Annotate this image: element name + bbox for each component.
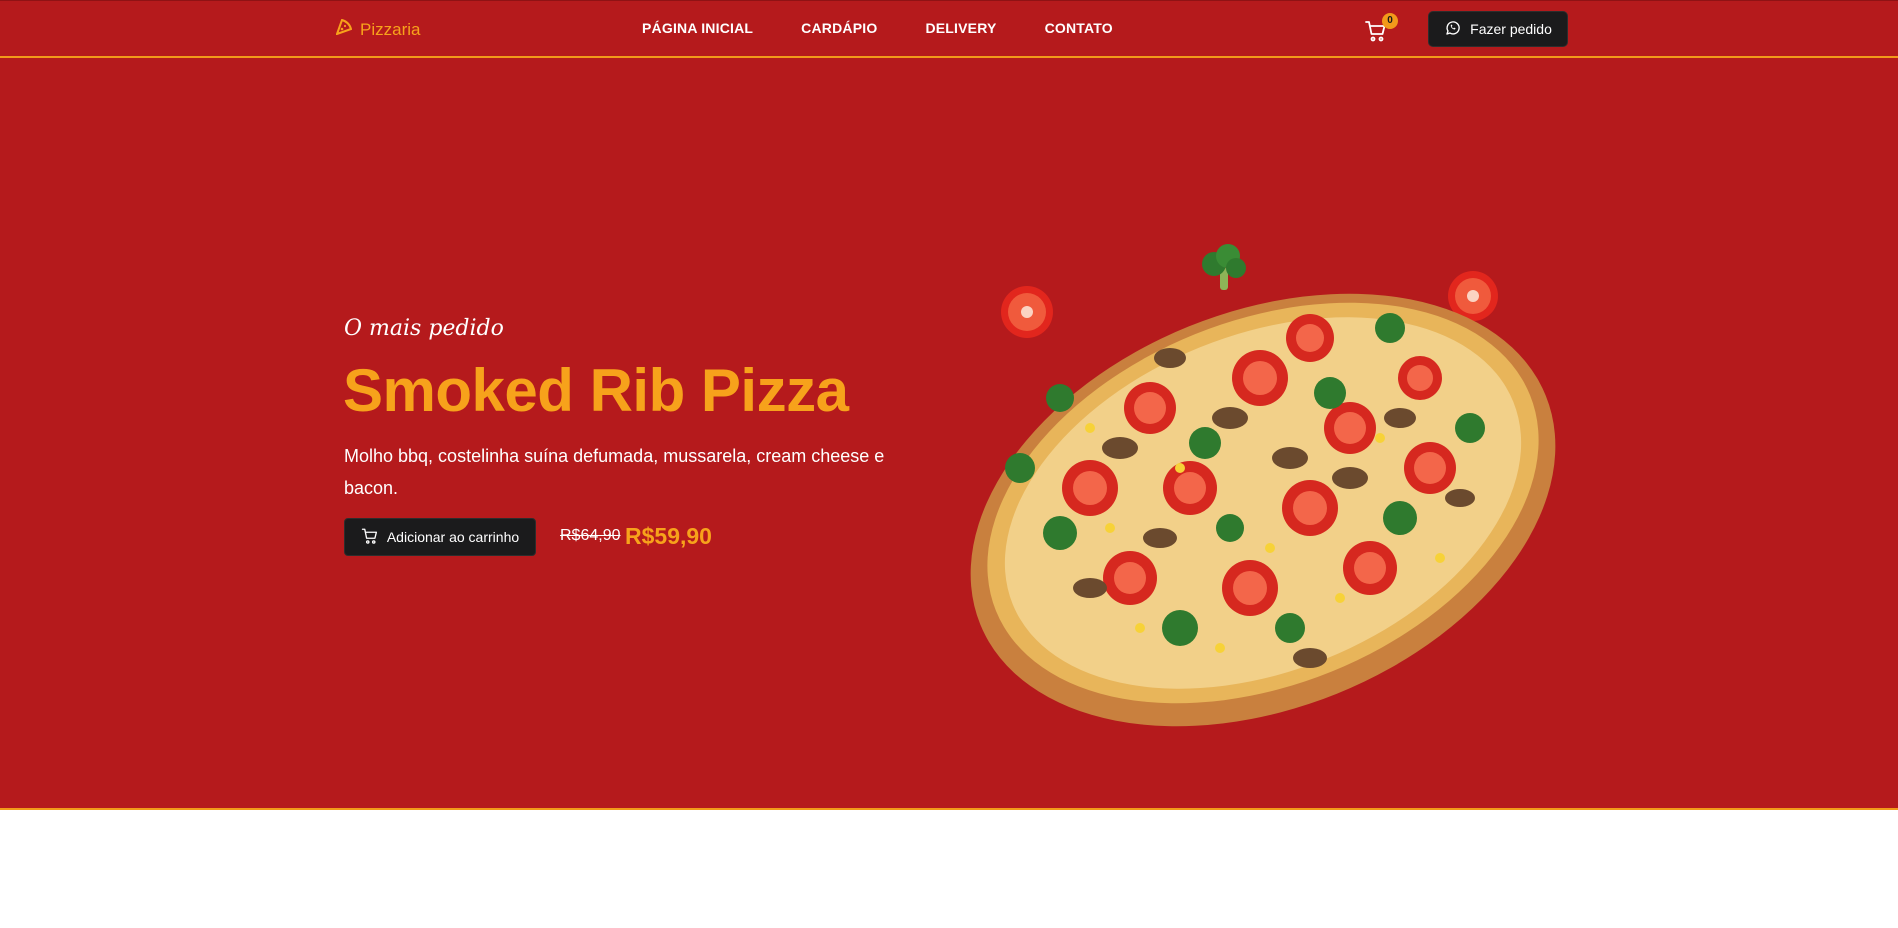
- nav-link-delivery[interactable]: DELIVERY: [925, 20, 996, 36]
- add-to-cart-button[interactable]: Adicionar ao carrinho: [344, 518, 536, 556]
- main-nav: PÁGINA INICIAL CARDÁPIO DELIVERY CONTATO: [642, 20, 1113, 36]
- nav-link-menu[interactable]: CARDÁPIO: [801, 20, 877, 36]
- nav-link-home[interactable]: PÁGINA INICIAL: [642, 20, 753, 36]
- order-button-label: Fazer pedido: [1470, 21, 1552, 37]
- cart-icon: [361, 527, 379, 548]
- add-to-cart-label: Adicionar ao carrinho: [386, 529, 520, 545]
- tomato-slice-image: [1001, 286, 1053, 338]
- hero-description: Molho bbq, costelinha suína defumada, mu…: [344, 446, 885, 498]
- cart-count-badge: 0: [1382, 13, 1398, 29]
- page: Pizzaria PÁGINA INICIAL CARDÁPIO DELIVER…: [0, 0, 1898, 928]
- nav-link-contact[interactable]: CONTATO: [1045, 20, 1113, 36]
- site-header: Pizzaria PÁGINA INICIAL CARDÁPIO DELIVER…: [0, 0, 1898, 58]
- hero-section: O mais pedido Smoked Rib Pizza Molho bbq…: [0, 58, 1898, 810]
- broccoli-image: [1202, 244, 1246, 290]
- pizza-slice-icon: [335, 18, 353, 40]
- old-price: R$64,90: [560, 527, 621, 544]
- logo-text: Pizzaria: [360, 19, 421, 39]
- logo-link[interactable]: Pizzaria: [335, 18, 421, 40]
- whatsapp-icon: [1444, 19, 1462, 40]
- hero-title: Smoked Rib Pizza: [343, 357, 849, 424]
- pizza-image: [970, 244, 1556, 727]
- cart-button[interactable]: 0: [1364, 13, 1398, 43]
- new-price: R$59,90: [625, 523, 712, 549]
- order-button[interactable]: Fazer pedido: [1428, 11, 1568, 47]
- hero-eyebrow: O mais pedido: [344, 316, 504, 341]
